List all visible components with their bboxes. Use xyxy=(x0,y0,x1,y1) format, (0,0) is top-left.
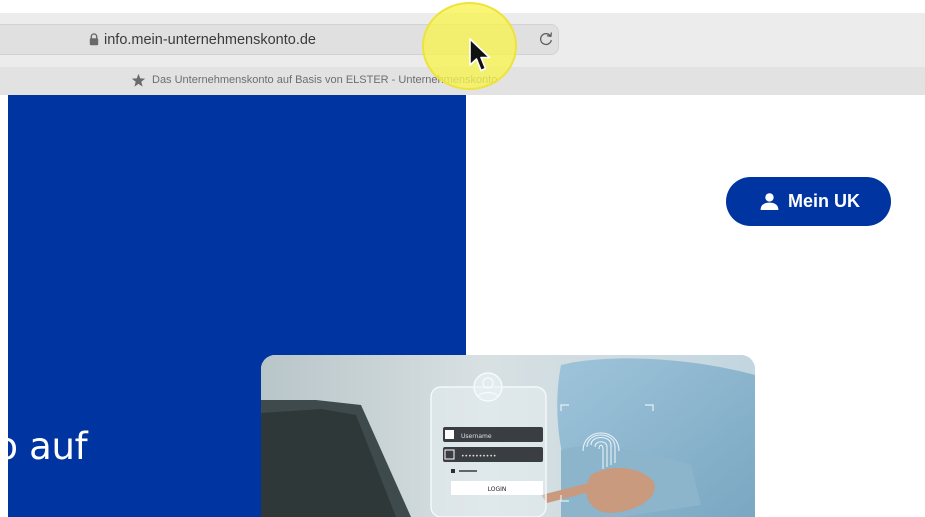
star-icon xyxy=(131,73,146,87)
screen: info.mein-unternehmenskonto.de Das Unter… xyxy=(0,0,925,517)
login-button-label: LOGIN xyxy=(488,486,507,493)
svg-text:••••••••••: •••••••••• xyxy=(461,453,496,460)
mouse-pointer-icon xyxy=(469,38,491,72)
user-icon xyxy=(760,193,779,210)
hero-image: Username •••••••••• LOGIN xyxy=(261,355,755,517)
reload-icon[interactable] xyxy=(538,31,554,47)
mein-uk-label: Mein UK xyxy=(788,191,860,211)
lock-icon xyxy=(89,33,99,46)
mein-uk-button[interactable]: Mein UK xyxy=(726,177,891,226)
hero-heading: nto auf xyxy=(8,423,208,473)
url-text[interactable]: info.mein-unternehmenskonto.de xyxy=(104,31,316,49)
username-placeholder: Username xyxy=(461,433,492,440)
hero-heading-text: nto auf xyxy=(8,425,88,468)
page-left-edge xyxy=(0,95,8,517)
